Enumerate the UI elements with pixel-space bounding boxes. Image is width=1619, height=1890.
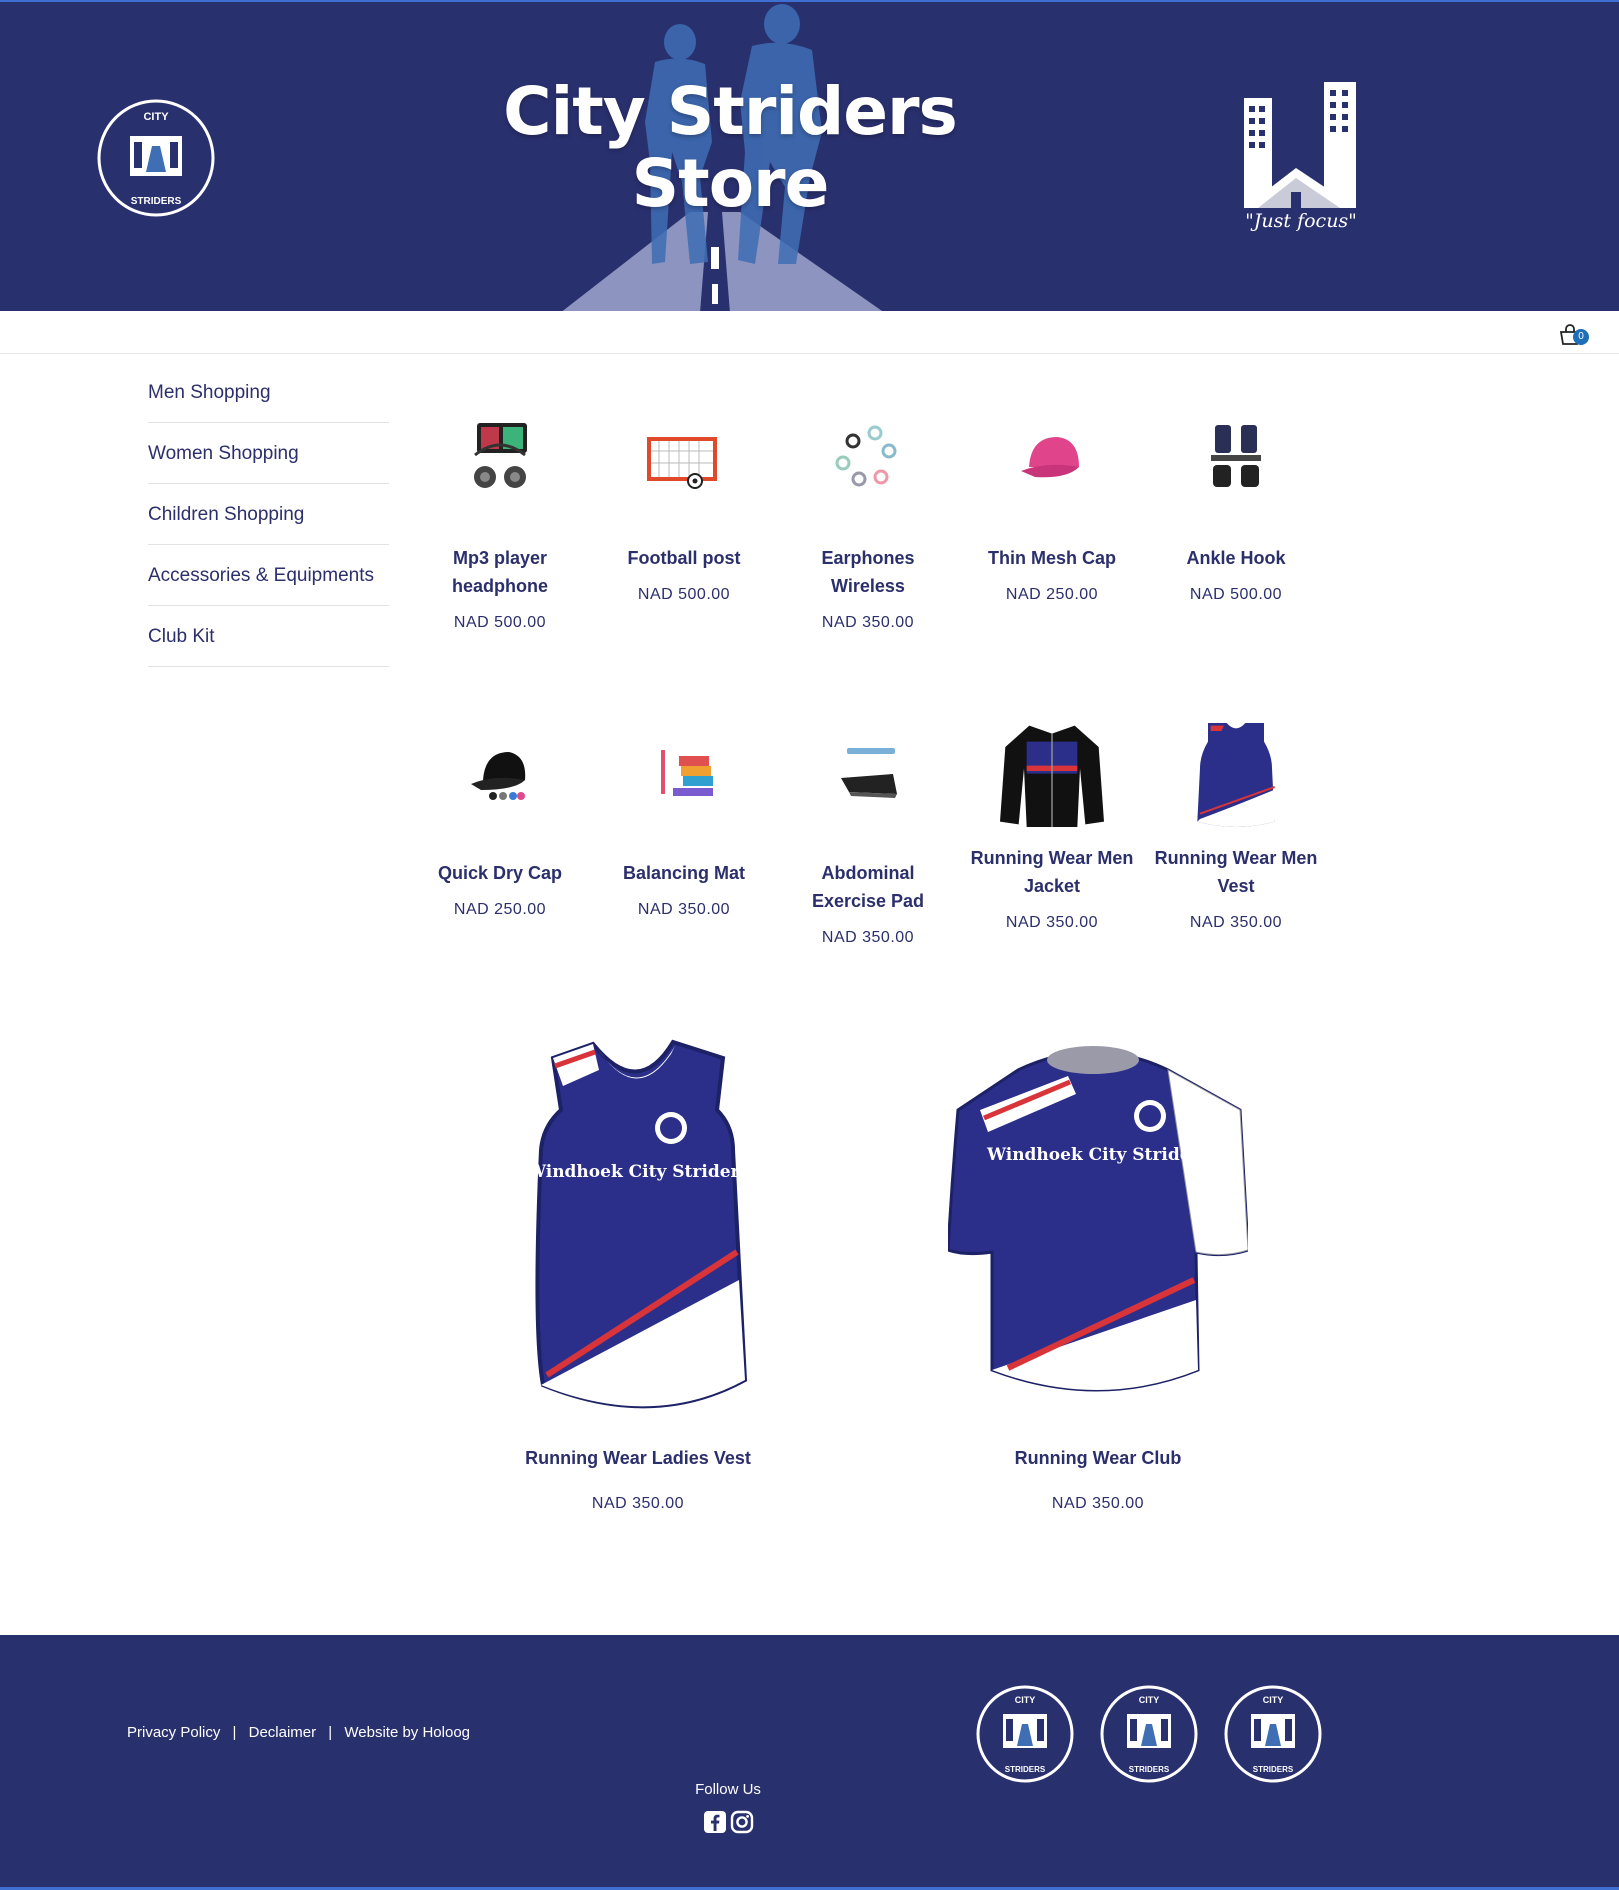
- cart-button[interactable]: 0: [1558, 323, 1592, 347]
- facebook-icon[interactable]: [703, 1810, 727, 1834]
- product-price: NAD 350.00: [591, 1495, 685, 1512]
- product-price: NAD 500.00: [637, 586, 731, 603]
- product-price: NAD 350.00: [1005, 914, 1099, 931]
- product-name[interactable]: Running Wear Men Jacket: [967, 844, 1137, 900]
- product-card[interactable]: Earphones Wireless NAD 350.00: [783, 415, 953, 632]
- footer-badge-logo: CITY STRIDERS: [1100, 1685, 1198, 1783]
- product-card[interactable]: Running Wear Men Vest NAD 350.00: [1151, 715, 1321, 932]
- product-price: NAD 350.00: [821, 614, 915, 631]
- badge-text-top: CITY: [1263, 1695, 1284, 1705]
- product-price: NAD 250.00: [453, 901, 547, 918]
- store-title-line2: Store: [631, 145, 830, 222]
- product-name[interactable]: Running Wear Men Vest: [1151, 844, 1321, 900]
- category-sidebar: Men Shopping Women Shopping Children Sho…: [148, 362, 389, 667]
- pink-cap-image: [1021, 437, 1079, 478]
- product-name[interactable]: Balancing Mat: [599, 859, 769, 887]
- store-title-line1: City Striders: [503, 73, 958, 150]
- men-vest-image: [1197, 723, 1276, 827]
- top-bar: 0: [0, 311, 1619, 354]
- cart-count-badge: 0: [1573, 329, 1589, 345]
- sidebar-item-men-shopping[interactable]: Men Shopping: [148, 362, 389, 423]
- featured-product-card[interactable]: Windhoek City Striders Running Wear Ladi…: [458, 1030, 818, 1513]
- product-price: NAD 250.00: [1005, 586, 1099, 603]
- badge-text-bottom: STRIDERS: [1253, 1765, 1294, 1774]
- sidebar-item-accessories[interactable]: Accessories & Equipments: [148, 545, 389, 606]
- product-price: NAD 500.00: [453, 614, 547, 631]
- exercise-pad-image: [841, 748, 897, 798]
- club-badge-logo: CITY STRIDERS: [97, 99, 215, 217]
- ladies-vest-image: Windhoek City Striders: [526, 1039, 749, 1409]
- product-card[interactable]: Abdominal Exercise Pad NAD 350.00: [783, 730, 953, 947]
- badge-text-bottom: STRIDERS: [1129, 1765, 1170, 1774]
- footer-separator: |: [232, 1724, 237, 1741]
- product-card[interactable]: Balancing Mat NAD 350.00: [599, 730, 769, 919]
- product-price: NAD 350.00: [821, 929, 915, 946]
- disclaimer-link[interactable]: Declaimer: [249, 1724, 317, 1741]
- hero-banner: City Striders Store CITY STRIDERS "Just …: [0, 0, 1619, 311]
- sidebar-item-children-shopping[interactable]: Children Shopping: [148, 484, 389, 545]
- product-price: NAD 500.00: [1189, 586, 1283, 603]
- badge-text-top: CITY: [143, 111, 169, 123]
- shirt-print-text: Windhoek City Striders: [986, 1145, 1209, 1165]
- product-name[interactable]: Mp3 player headphone: [415, 544, 585, 600]
- featured-product-card[interactable]: Windhoek City Striders Running Wear Club…: [918, 1040, 1278, 1513]
- product-card[interactable]: Ankle Hook NAD 500.00: [1151, 415, 1321, 604]
- product-card[interactable]: Running Wear Men Jacket NAD 350.00: [967, 715, 1137, 932]
- product-name[interactable]: Thin Mesh Cap: [967, 544, 1137, 572]
- badge-text-top: CITY: [1139, 1695, 1160, 1705]
- footer-separator: |: [328, 1724, 333, 1741]
- product-card[interactable]: Mp3 player headphone NAD 500.00: [415, 415, 585, 632]
- product-name[interactable]: Earphones Wireless: [783, 544, 953, 600]
- product-card[interactable]: Quick Dry Cap NAD 250.00: [415, 730, 585, 919]
- product-card[interactable]: Football post NAD 500.00: [599, 415, 769, 604]
- sidebar-item-club-kit[interactable]: Club Kit: [148, 606, 389, 667]
- footer-links: Privacy Policy | Declaimer | Website by …: [127, 1724, 470, 1741]
- privacy-policy-link[interactable]: Privacy Policy: [127, 1724, 220, 1741]
- balancing-mat-image: [661, 750, 713, 796]
- badge-text-bottom: STRIDERS: [131, 196, 182, 207]
- store-title: City Striders Store: [430, 76, 1030, 220]
- black-cap-image: [471, 752, 526, 800]
- site-footer: Privacy Policy | Declaimer | Website by …: [0, 1635, 1619, 1890]
- footer-badge-logo: CITY STRIDERS: [976, 1685, 1074, 1783]
- badge-text-bottom: STRIDERS: [1005, 1765, 1046, 1774]
- jacket-image: [1000, 725, 1104, 827]
- product-name[interactable]: Football post: [599, 544, 769, 572]
- product-card[interactable]: Thin Mesh Cap NAD 250.00: [967, 415, 1137, 604]
- earphones-image: [835, 425, 897, 487]
- ankle-hook-image: [1211, 425, 1261, 487]
- product-name[interactable]: Running Wear Club: [918, 1448, 1278, 1469]
- brand-slogan: "Just focus": [1245, 210, 1357, 232]
- vest-print-text: Windhoek City Striders: [526, 1162, 749, 1182]
- product-name[interactable]: Running Wear Ladies Vest: [458, 1448, 818, 1469]
- credit-link[interactable]: Website by Holoog: [344, 1724, 470, 1741]
- product-price: NAD 350.00: [1189, 914, 1283, 931]
- product-price: NAD 350.00: [1051, 1495, 1145, 1512]
- footer-badge-logo: CITY STRIDERS: [1224, 1685, 1322, 1783]
- badge-text-top: CITY: [1015, 1695, 1036, 1705]
- product-name[interactable]: Abdominal Exercise Pad: [783, 859, 953, 915]
- mp3-headphone-image: [474, 423, 527, 488]
- sidebar-item-women-shopping[interactable]: Women Shopping: [148, 423, 389, 484]
- football-post-image: [647, 437, 717, 489]
- club-shirt-image: Windhoek City Striders: [948, 1046, 1248, 1392]
- product-name[interactable]: Quick Dry Cap: [415, 859, 585, 887]
- product-price: NAD 350.00: [637, 901, 731, 918]
- product-name[interactable]: Ankle Hook: [1151, 544, 1321, 572]
- instagram-icon[interactable]: [730, 1810, 754, 1834]
